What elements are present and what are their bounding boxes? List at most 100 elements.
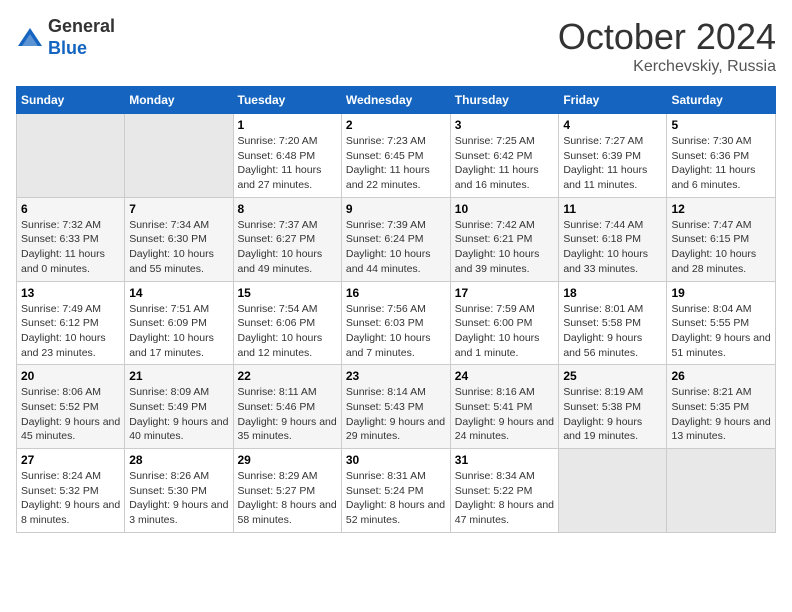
calendar-cell: 6 Sunrise: 7:32 AMSunset: 6:33 PMDaylight… [17, 197, 125, 281]
day-number: 23 [346, 369, 446, 383]
day-number: 26 [671, 369, 771, 383]
day-info: Sunrise: 8:16 AMSunset: 5:41 PMDaylight:… [455, 385, 555, 444]
calendar-week-row: 20 Sunrise: 8:06 AMSunset: 5:52 PMDayligh… [17, 365, 776, 449]
calendar-cell: 20 Sunrise: 8:06 AMSunset: 5:52 PMDayligh… [17, 365, 125, 449]
day-number: 14 [129, 286, 228, 300]
calendar-week-row: 1 Sunrise: 7:20 AMSunset: 6:48 PMDaylight… [17, 114, 776, 198]
day-number: 27 [21, 453, 120, 467]
day-number: 6 [21, 202, 120, 216]
day-number: 20 [21, 369, 120, 383]
title-block: October 2024 Kerchevskiy, Russia [558, 16, 776, 76]
day-info: Sunrise: 7:30 AMSunset: 6:36 PMDaylight:… [671, 134, 771, 193]
day-info: Sunrise: 7:34 AMSunset: 6:30 PMDaylight:… [129, 218, 228, 277]
weekday-header: Wednesday [341, 87, 450, 114]
day-number: 5 [671, 118, 771, 132]
day-number: 10 [455, 202, 555, 216]
day-number: 19 [671, 286, 771, 300]
day-info: Sunrise: 7:39 AMSunset: 6:24 PMDaylight:… [346, 218, 446, 277]
day-info: Sunrise: 8:14 AMSunset: 5:43 PMDaylight:… [346, 385, 446, 444]
day-number: 1 [238, 118, 337, 132]
location: Kerchevskiy, Russia [558, 58, 776, 76]
weekday-header: Friday [559, 87, 667, 114]
calendar-cell [667, 449, 776, 533]
day-info: Sunrise: 7:27 AMSunset: 6:39 PMDaylight:… [563, 134, 662, 193]
day-info: Sunrise: 8:26 AMSunset: 5:30 PMDaylight:… [129, 469, 228, 528]
calendar-cell: 24 Sunrise: 8:16 AMSunset: 5:41 PMDayligh… [450, 365, 559, 449]
day-number: 12 [671, 202, 771, 216]
day-number: 21 [129, 369, 228, 383]
day-number: 2 [346, 118, 446, 132]
logo-text: General Blue [48, 16, 115, 59]
calendar-cell: 29Sunrise: 8:29 AMSunset: 5:27 PMDayligh… [233, 449, 341, 533]
calendar-cell: 7 Sunrise: 7:34 AMSunset: 6:30 PMDaylight… [125, 197, 233, 281]
day-info: Sunrise: 7:32 AMSunset: 6:33 PMDaylight:… [21, 218, 120, 277]
day-number: 15 [238, 286, 337, 300]
day-number: 3 [455, 118, 555, 132]
day-info: Sunrise: 7:42 AMSunset: 6:21 PMDaylight:… [455, 218, 555, 277]
calendar-cell: 14 Sunrise: 7:51 AMSunset: 6:09 PMDayligh… [125, 281, 233, 365]
day-info: Sunrise: 8:09 AMSunset: 5:49 PMDaylight:… [129, 385, 228, 444]
calendar-cell: 26Sunrise: 8:21 AMSunset: 5:35 PMDayligh… [667, 365, 776, 449]
weekday-header-row: SundayMondayTuesdayWednesdayThursdayFrid… [17, 87, 776, 114]
day-info: Sunrise: 7:25 AMSunset: 6:42 PMDaylight:… [455, 134, 555, 193]
day-number: 31 [455, 453, 555, 467]
calendar-cell: 1 Sunrise: 7:20 AMSunset: 6:48 PMDaylight… [233, 114, 341, 198]
day-info: Sunrise: 8:29 AMSunset: 5:27 PMDaylight:… [238, 469, 337, 528]
calendar-cell: 3 Sunrise: 7:25 AMSunset: 6:42 PMDaylight… [450, 114, 559, 198]
month-title: October 2024 [558, 16, 776, 58]
day-info: Sunrise: 8:11 AMSunset: 5:46 PMDaylight:… [238, 385, 337, 444]
day-info: Sunrise: 7:54 AMSunset: 6:06 PMDaylight:… [238, 302, 337, 361]
logo-icon [16, 24, 44, 52]
calendar-cell: 23 Sunrise: 8:14 AMSunset: 5:43 PMDayligh… [341, 365, 450, 449]
weekday-header: Tuesday [233, 87, 341, 114]
day-info: Sunrise: 7:37 AMSunset: 6:27 PMDaylight:… [238, 218, 337, 277]
day-number: 24 [455, 369, 555, 383]
day-info: Sunrise: 8:34 AMSunset: 5:22 PMDaylight:… [455, 469, 555, 528]
calendar-cell: 30Sunrise: 8:31 AMSunset: 5:24 PMDayligh… [341, 449, 450, 533]
calendar-cell [17, 114, 125, 198]
calendar-cell [559, 449, 667, 533]
day-number: 18 [563, 286, 662, 300]
day-info: Sunrise: 7:44 AMSunset: 6:18 PMDaylight:… [563, 218, 662, 277]
calendar-cell: 2Sunrise: 7:23 AMSunset: 6:45 PMDaylight… [341, 114, 450, 198]
logo-blue: Blue [48, 38, 87, 58]
day-number: 9 [346, 202, 446, 216]
weekday-header: Thursday [450, 87, 559, 114]
weekday-header: Monday [125, 87, 233, 114]
calendar-cell: 18 Sunrise: 8:01 AMSunset: 5:58 PMDayligh… [559, 281, 667, 365]
calendar-cell: 12 Sunrise: 7:47 AMSunset: 6:15 PMDayligh… [667, 197, 776, 281]
calendar-week-row: 27Sunrise: 8:24 AMSunset: 5:32 PMDayligh… [17, 449, 776, 533]
day-info: Sunrise: 7:51 AMSunset: 6:09 PMDaylight:… [129, 302, 228, 361]
day-number: 4 [563, 118, 662, 132]
day-number: 13 [21, 286, 120, 300]
day-number: 17 [455, 286, 555, 300]
logo-general: General [48, 16, 115, 36]
calendar-cell: 28 Sunrise: 8:26 AMSunset: 5:30 PMDayligh… [125, 449, 233, 533]
day-number: 22 [238, 369, 337, 383]
calendar-cell: 21 Sunrise: 8:09 AMSunset: 5:49 PMDayligh… [125, 365, 233, 449]
weekday-header: Saturday [667, 87, 776, 114]
day-number: 16 [346, 286, 446, 300]
calendar-cell: 19 Sunrise: 8:04 AMSunset: 5:55 PMDayligh… [667, 281, 776, 365]
calendar-cell: 31 Sunrise: 8:34 AMSunset: 5:22 PMDayligh… [450, 449, 559, 533]
day-info: Sunrise: 8:01 AMSunset: 5:58 PMDaylight:… [563, 302, 662, 361]
calendar-cell: 17Sunrise: 7:59 AMSunset: 6:00 PMDayligh… [450, 281, 559, 365]
calendar-cell: 25Sunrise: 8:19 AMSunset: 5:38 PMDayligh… [559, 365, 667, 449]
calendar-cell: 27Sunrise: 8:24 AMSunset: 5:32 PMDayligh… [17, 449, 125, 533]
calendar-cell: 13Sunrise: 7:49 AMSunset: 6:12 PMDayligh… [17, 281, 125, 365]
day-info: Sunrise: 8:06 AMSunset: 5:52 PMDaylight:… [21, 385, 120, 444]
day-number: 25 [563, 369, 662, 383]
page-header: General Blue October 2024 Kerchevskiy, R… [16, 16, 776, 76]
day-info: Sunrise: 7:20 AMSunset: 6:48 PMDaylight:… [238, 134, 337, 193]
day-number: 11 [563, 202, 662, 216]
calendar-cell: 10 Sunrise: 7:42 AMSunset: 6:21 PMDayligh… [450, 197, 559, 281]
day-info: Sunrise: 7:47 AMSunset: 6:15 PMDaylight:… [671, 218, 771, 277]
day-number: 7 [129, 202, 228, 216]
weekday-header: Sunday [17, 87, 125, 114]
calendar-week-row: 6 Sunrise: 7:32 AMSunset: 6:33 PMDaylight… [17, 197, 776, 281]
day-number: 30 [346, 453, 446, 467]
day-number: 8 [238, 202, 337, 216]
calendar-cell: 4 Sunrise: 7:27 AMSunset: 6:39 PMDaylight… [559, 114, 667, 198]
day-number: 28 [129, 453, 228, 467]
day-info: Sunrise: 8:04 AMSunset: 5:55 PMDaylight:… [671, 302, 771, 361]
